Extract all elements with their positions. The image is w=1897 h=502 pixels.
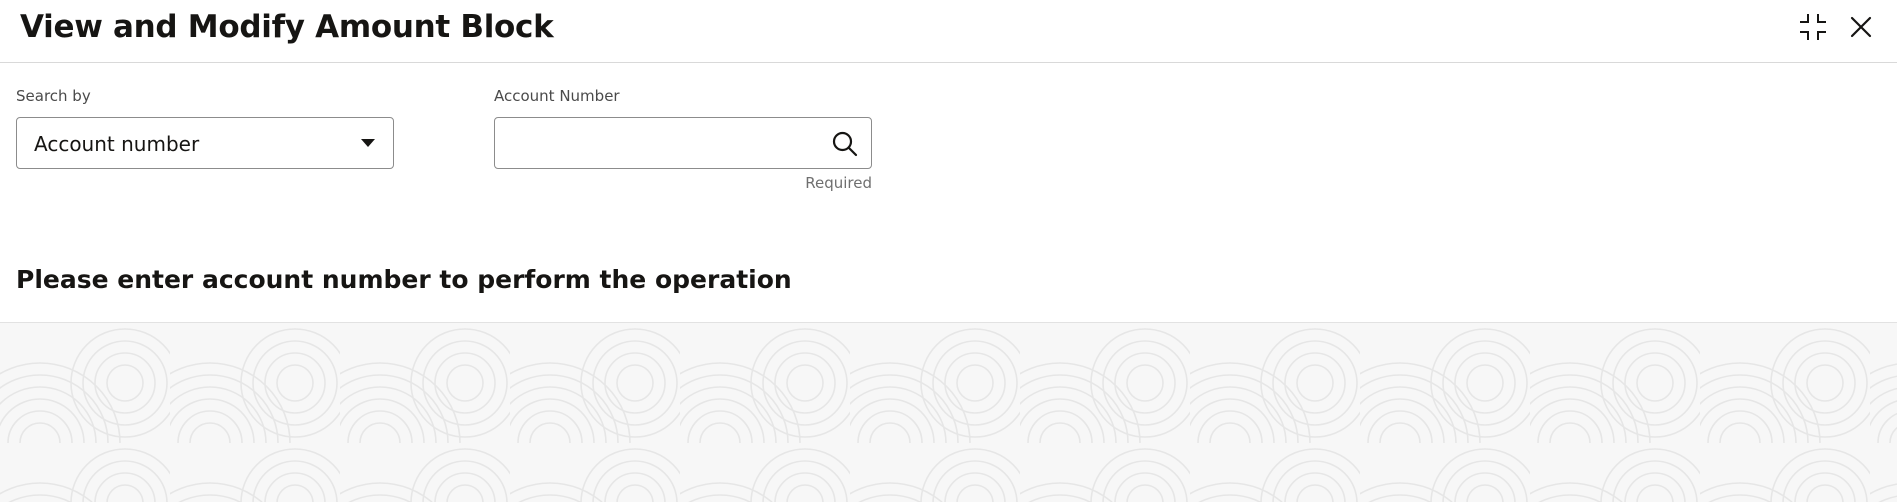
- swirl-pattern: [0, 323, 1897, 502]
- account-number-input[interactable]: [507, 126, 817, 160]
- search-icon: [832, 131, 858, 157]
- search-by-select[interactable]: Account number: [16, 117, 394, 169]
- dialog-header: View and Modify Amount Block: [0, 0, 1897, 63]
- close-icon: [1850, 16, 1872, 38]
- search-button[interactable]: [829, 128, 861, 160]
- instruction-message: Please enter account number to perform t…: [16, 265, 792, 294]
- required-helper-text: Required: [805, 174, 872, 192]
- search-by-label: Search by: [16, 87, 91, 105]
- caret-down-icon: [361, 139, 375, 147]
- account-number-field[interactable]: [494, 117, 872, 169]
- close-button[interactable]: [1844, 10, 1878, 44]
- search-by-value: Account number: [34, 132, 200, 156]
- minimize-button[interactable]: [1796, 10, 1830, 44]
- page-title: View and Modify Amount Block: [20, 9, 554, 45]
- minimize-icon: [1800, 14, 1826, 40]
- decorative-background-pattern: [0, 322, 1897, 502]
- account-number-label: Account Number: [494, 87, 620, 105]
